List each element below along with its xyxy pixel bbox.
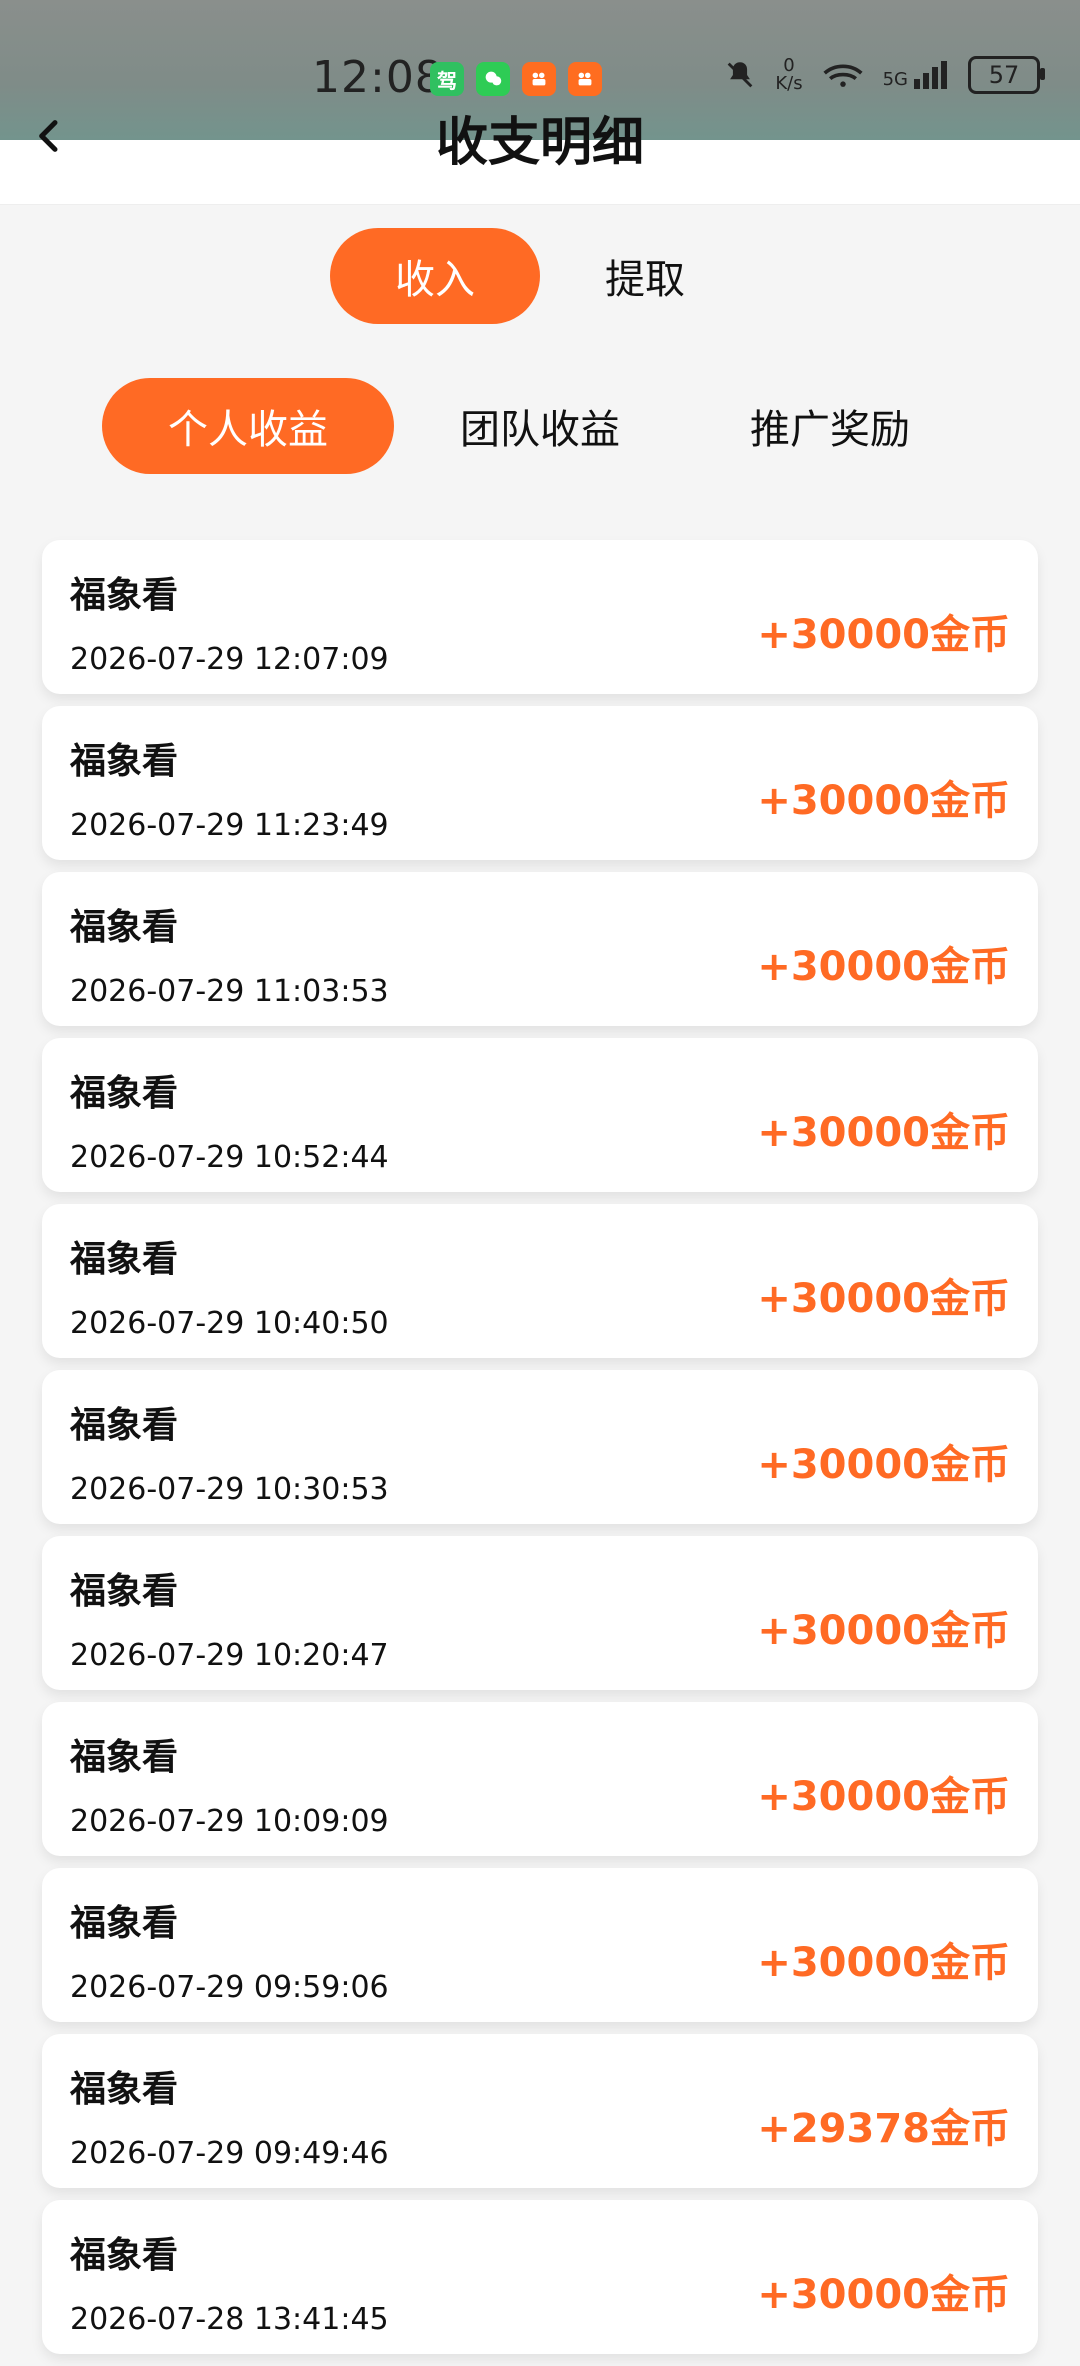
- record-amount: +30000金币: [757, 1940, 1010, 1986]
- record-title: 福象看: [70, 1903, 179, 1944]
- network-type: 5G: [882, 69, 908, 90]
- record-title: 福象看: [70, 1737, 179, 1778]
- kuaishou-glyph-icon: [532, 72, 546, 86]
- record-title: 福象看: [70, 741, 179, 782]
- subtab-promotion-rewards[interactable]: 推广奖励: [720, 378, 940, 474]
- record-title: 福象看: [70, 1571, 179, 1612]
- record-amount: +30000金币: [757, 1110, 1010, 1156]
- status-app-icons: 驾: [430, 62, 602, 96]
- page-title: 收支明细: [435, 113, 644, 173]
- subtab-personal-earnings[interactable]: 个人收益: [102, 378, 394, 474]
- record-amount: +30000金币: [757, 1774, 1010, 1820]
- status-right: 0 K/s 5G 57: [723, 56, 1045, 94]
- wechat-icon: [476, 62, 510, 96]
- top-tabs: 收入 提取: [0, 228, 1080, 328]
- driving-app-icon: 驾: [430, 62, 464, 96]
- record-amount: +30000金币: [757, 944, 1010, 990]
- record-amount: +29378金币: [757, 2106, 1010, 2152]
- record-title: 福象看: [70, 2235, 179, 2276]
- tab-income[interactable]: 收入: [330, 228, 540, 324]
- record-amount: +30000金币: [757, 1608, 1010, 1654]
- record-card[interactable]: 福象看 2026-07-29 10:09:09 +30000金币: [42, 1702, 1038, 1856]
- signal-bars-icon: [914, 61, 947, 89]
- wifi-icon: [823, 64, 863, 87]
- record-title: 福象看: [70, 1239, 179, 1280]
- record-title: 福象看: [70, 575, 179, 616]
- record-card[interactable]: 福象看 2026-07-28 13:41:45 +30000金币: [42, 2200, 1038, 2354]
- record-card[interactable]: 福象看 2026-07-29 10:20:47 +30000金币: [42, 1536, 1038, 1690]
- record-time: 2026-07-29 10:20:47: [70, 1638, 389, 1673]
- kuaishou-icon: [522, 62, 556, 96]
- record-time: 2026-07-29 09:59:06: [70, 1970, 389, 2005]
- record-time: 2026-07-28 13:41:45: [70, 2302, 389, 2337]
- records-list: 福象看 2026-07-29 12:07:09 +30000金币 福象看 202…: [42, 540, 1038, 2366]
- record-card[interactable]: 福象看 2026-07-29 10:30:53 +30000金币: [42, 1370, 1038, 1524]
- bell-muted-icon: [728, 62, 753, 88]
- record-card[interactable]: 福象看 2026-07-29 10:52:44 +30000金币: [42, 1038, 1038, 1192]
- record-time: 2026-07-29 10:09:09: [70, 1804, 389, 1839]
- record-time: 2026-07-29 10:30:53: [70, 1472, 389, 1507]
- sub-tabs: 个人收益 团队收益 推广奖励: [0, 378, 1080, 478]
- record-card[interactable]: 福象看 2026-07-29 11:23:49 +30000金币: [42, 706, 1038, 860]
- kuaishou-icon-2: [568, 62, 602, 96]
- net-speed: 0 K/s: [775, 57, 802, 93]
- kuaishou-glyph-icon-2: [578, 72, 592, 86]
- record-amount: +30000金币: [757, 778, 1010, 824]
- record-time: 2026-07-29 11:23:49: [70, 808, 389, 843]
- status-time: 12:08: [312, 52, 444, 103]
- wechat-glyph-icon: [485, 71, 502, 86]
- record-time: 2026-07-29 12:07:09: [70, 642, 389, 677]
- tab-withdraw[interactable]: 提取: [560, 228, 730, 324]
- record-time: 2026-07-29 09:49:46: [70, 2136, 389, 2171]
- record-amount: +30000金币: [757, 1276, 1010, 1322]
- record-card[interactable]: 福象看 2026-07-29 09:49:46 +29378金币: [42, 2034, 1038, 2188]
- record-amount: +30000金币: [757, 1442, 1010, 1488]
- battery-indicator: 57: [968, 56, 1045, 94]
- battery-level: 57: [988, 61, 1020, 89]
- record-card[interactable]: 福象看 2026-07-29 10:40:50 +30000金币: [42, 1204, 1038, 1358]
- net-speed-unit: K/s: [775, 73, 803, 94]
- record-title: 福象看: [70, 2069, 179, 2110]
- record-card[interactable]: 福象看 2026-07-29 12:07:09 +30000金币: [42, 540, 1038, 694]
- record-title: 福象看: [70, 1073, 179, 1114]
- record-title: 福象看: [70, 1405, 179, 1446]
- record-card[interactable]: 福象看 2026-07-29 09:59:06 +30000金币: [42, 1868, 1038, 2022]
- signal: 5G: [883, 61, 950, 89]
- record-card[interactable]: 福象看 2026-07-29 11:03:53 +30000金币: [42, 872, 1038, 1026]
- record-time: 2026-07-29 10:40:50: [70, 1306, 389, 1341]
- record-title: 福象看: [70, 907, 179, 948]
- record-amount: +30000金币: [757, 612, 1010, 658]
- record-time: 2026-07-29 10:52:44: [70, 1140, 389, 1175]
- record-amount: +30000金币: [757, 2272, 1010, 2318]
- subtab-team-earnings[interactable]: 团队收益: [430, 378, 650, 474]
- record-time: 2026-07-29 11:03:53: [70, 974, 389, 1009]
